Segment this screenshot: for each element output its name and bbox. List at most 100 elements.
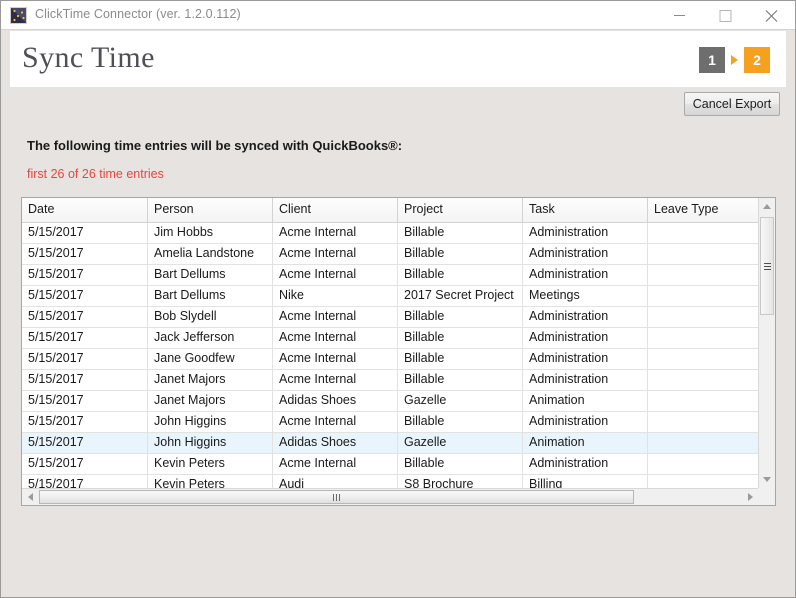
- table-cell: Bob Slydell: [148, 307, 273, 327]
- table-cell: 5/15/2017: [22, 475, 148, 489]
- minimize-icon: [674, 15, 685, 16]
- intro-text: The following time entries will be synce…: [27, 138, 403, 153]
- window-title: ClickTime Connector (ver. 1.2.0.112): [35, 7, 241, 21]
- content-area: Cancel Export The following time entries…: [1, 87, 795, 597]
- table-cell: Kevin Peters: [148, 475, 273, 489]
- maximize-icon: [719, 10, 732, 22]
- table-cell: Nike: [273, 286, 398, 306]
- scroll-right-button[interactable]: [742, 489, 758, 505]
- table-row[interactable]: 5/15/2017 Jim Hobbs Acme Internal Billable A…: [22, 223, 775, 244]
- grid-horizontal-scrollbar[interactable]: [22, 488, 775, 505]
- table-cell: Billable: [398, 265, 523, 285]
- step-2[interactable]: 2: [744, 47, 770, 73]
- table-cell: Billable: [398, 244, 523, 264]
- table-cell: Billable: [398, 370, 523, 390]
- scrollbar-corner: [758, 488, 775, 505]
- close-button[interactable]: [750, 1, 795, 29]
- table-cell: Gazelle: [398, 391, 523, 411]
- scroll-up-button[interactable]: [759, 198, 775, 215]
- table-cell: 5/15/2017: [22, 370, 148, 390]
- triangle-up-icon: [763, 204, 771, 209]
- table-row[interactable]: 5/15/2017 Amelia Landstone Acme Internal Bi…: [22, 244, 775, 265]
- column-header-leave-type[interactable]: Leave Type: [648, 198, 755, 222]
- column-header-project[interactable]: Project: [398, 198, 523, 222]
- table-cell: 5/15/2017: [22, 328, 148, 348]
- table-cell: 5/15/2017: [22, 244, 148, 264]
- grid-vertical-scrollbar[interactable]: [758, 198, 775, 505]
- scroll-down-button[interactable]: [759, 471, 775, 488]
- table-cell: Amelia Landstone: [148, 244, 273, 264]
- table-cell: John Higgins: [148, 412, 273, 432]
- table-cell: Administration: [523, 223, 648, 243]
- column-header-date[interactable]: Date: [22, 198, 148, 222]
- table-row[interactable]: 5/15/2017 Jack Jefferson Acme Internal Bill…: [22, 328, 775, 349]
- table-row[interactable]: 5/15/2017 John Higgins Adidas Shoes Gazelle…: [22, 433, 775, 454]
- table-cell: Animation: [523, 391, 648, 411]
- table-cell: Administration: [523, 307, 648, 327]
- time-entries-grid: Date Person Client Project Task Leave Ty…: [21, 197, 776, 506]
- table-cell: Acme Internal: [273, 307, 398, 327]
- table-cell: [648, 412, 755, 432]
- table-cell: Adidas Shoes: [273, 391, 398, 411]
- horizontal-scroll-thumb[interactable]: [39, 490, 634, 504]
- table-cell: Bart Dellums: [148, 286, 273, 306]
- table-row[interactable]: 5/15/2017 Janet Majors Adidas Shoes Gazelle…: [22, 391, 775, 412]
- table-row[interactable]: 5/15/2017 John Higgins Acme Internal Billab…: [22, 412, 775, 433]
- table-cell: S8 Brochure: [398, 475, 523, 489]
- table-row[interactable]: 5/15/2017 Kevin Peters Acme Internal Billab…: [22, 454, 775, 475]
- minimize-button[interactable]: [658, 1, 704, 29]
- table-cell: Administration: [523, 244, 648, 264]
- table-cell: [648, 475, 755, 489]
- column-header-task[interactable]: Task: [523, 198, 648, 222]
- table-cell: Administration: [523, 370, 648, 390]
- table-cell: Billable: [398, 328, 523, 348]
- table-cell: 5/15/2017: [22, 286, 148, 306]
- table-cell: 5/15/2017: [22, 307, 148, 327]
- table-cell: Janet Majors: [148, 370, 273, 390]
- table-row[interactable]: 5/15/2017 Bart Dellums Acme Internal Billab…: [22, 265, 775, 286]
- table-cell: Jack Jefferson: [148, 328, 273, 348]
- table-row[interactable]: 5/15/2017 Jane Goodfew Acme Internal Billab…: [22, 349, 775, 370]
- table-cell: Gazelle: [398, 433, 523, 453]
- app-icon: [10, 7, 27, 24]
- table-cell: [648, 328, 755, 348]
- cancel-export-button[interactable]: Cancel Export: [684, 92, 780, 116]
- triangle-right-icon: [748, 493, 753, 501]
- table-cell: Billing: [523, 475, 648, 489]
- table-row[interactable]: 5/15/2017 Bart Dellums Nike 2017 Secret Pro…: [22, 286, 775, 307]
- table-cell: Administration: [523, 349, 648, 369]
- table-cell: Acme Internal: [273, 412, 398, 432]
- table-row[interactable]: 5/15/2017 Kevin Peters Audi S8 Brochure Bill…: [22, 475, 775, 489]
- table-cell: Acme Internal: [273, 370, 398, 390]
- step-1[interactable]: 1: [699, 47, 725, 73]
- scroll-left-button[interactable]: [22, 489, 38, 505]
- table-cell: Acme Internal: [273, 265, 398, 285]
- table-cell: Bart Dellums: [148, 265, 273, 285]
- table-cell: [648, 454, 755, 474]
- scroll-grip-icon: [332, 494, 341, 501]
- column-header-person[interactable]: Person: [148, 198, 273, 222]
- table-row[interactable]: 5/15/2017 Janet Majors Acme Internal Billab…: [22, 370, 775, 391]
- vertical-scroll-thumb[interactable]: [760, 217, 774, 315]
- table-cell: Billable: [398, 307, 523, 327]
- table-cell: [648, 307, 755, 327]
- table-cell: Jim Hobbs: [148, 223, 273, 243]
- table-cell: [648, 370, 755, 390]
- maximize-button[interactable]: [704, 1, 750, 29]
- table-cell: [648, 265, 755, 285]
- table-cell: Administration: [523, 328, 648, 348]
- table-cell: 5/15/2017: [22, 454, 148, 474]
- column-header-client[interactable]: Client: [273, 198, 398, 222]
- table-cell: 5/15/2017: [22, 223, 148, 243]
- table-cell: [648, 286, 755, 306]
- table-cell: Acme Internal: [273, 223, 398, 243]
- table-cell: Acme Internal: [273, 349, 398, 369]
- scroll-grip-icon: [764, 263, 771, 270]
- table-cell: 5/15/2017: [22, 349, 148, 369]
- table-cell: Meetings: [523, 286, 648, 306]
- table-cell: Billable: [398, 412, 523, 432]
- table-cell: Jane Goodfew: [148, 349, 273, 369]
- table-cell: 2017 Secret Project: [398, 286, 523, 306]
- table-row[interactable]: 5/15/2017 Bob Slydell Acme Internal Billabl…: [22, 307, 775, 328]
- table-cell: 5/15/2017: [22, 433, 148, 453]
